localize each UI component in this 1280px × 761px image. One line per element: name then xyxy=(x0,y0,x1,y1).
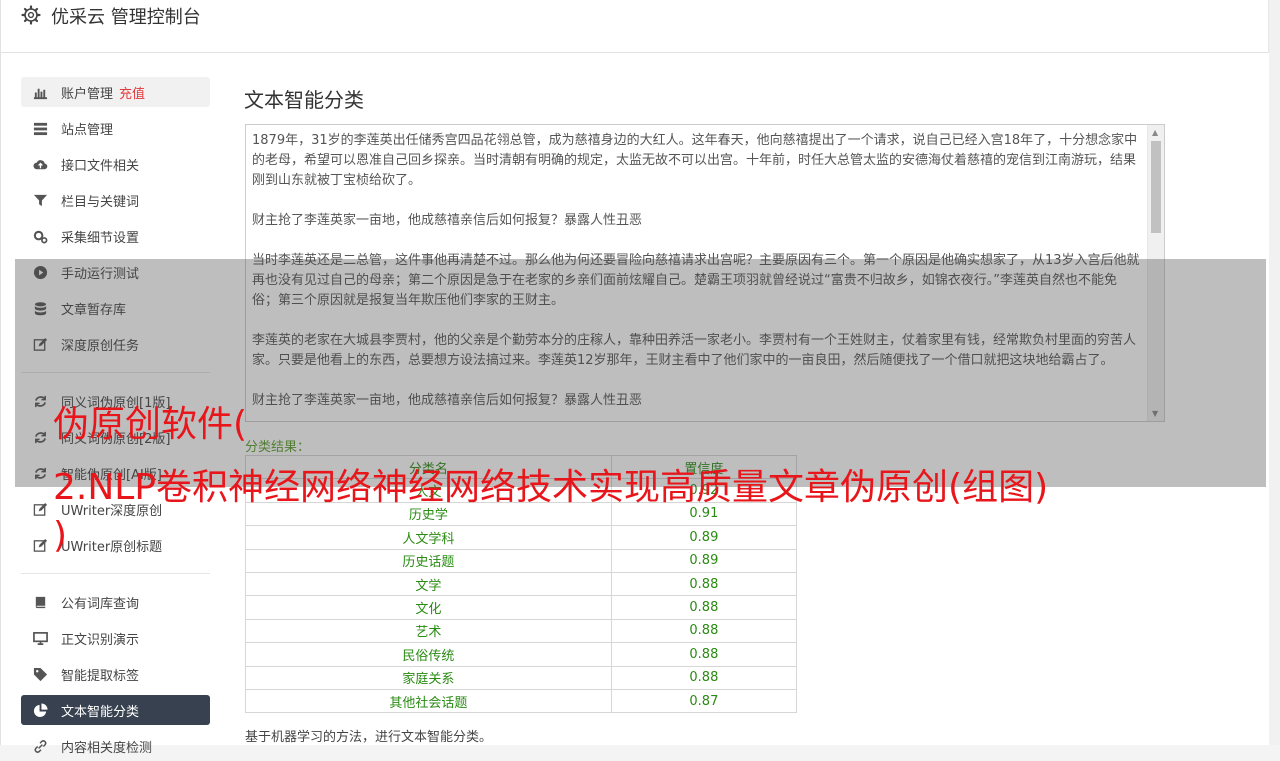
sidebar-item-label: UWriter原创标题 xyxy=(61,540,163,555)
table-row: 艺术 0.88 xyxy=(245,618,798,644)
category-cell: 人文学科 xyxy=(245,525,612,550)
server-icon xyxy=(33,122,48,136)
book-icon xyxy=(35,596,46,609)
description-text: 基于机器学习的方法，进行文本智能分类。 xyxy=(245,730,493,745)
paragraph: 1879年，31岁的李莲英出任储秀宫四品花翎总管，成为慈禧身边的大红人。这年春天… xyxy=(252,133,1138,188)
category-cell: 民俗传统 xyxy=(245,642,612,667)
confidence-cell: 0.89 xyxy=(610,525,798,550)
category-cell: 文化 xyxy=(245,595,612,620)
sidebar-item-extract-tags[interactable]: 智能提取标签 xyxy=(21,659,210,689)
page-title: 文本智能分类 xyxy=(244,88,364,112)
cogs-icon xyxy=(33,230,48,244)
sidebar-item-label: 站点管理 xyxy=(61,123,114,138)
sidebar-item-collect-settings[interactable]: 采集细节设置 xyxy=(21,221,210,251)
sidebar-item-label: 内容相关度检测 xyxy=(61,741,153,756)
confidence-cell: 0.88 xyxy=(610,618,798,644)
confidence-cell: 0.87 xyxy=(610,688,798,714)
top-bar: 优采云 管理控制台 xyxy=(0,0,1269,53)
category-cell: 历史话题 xyxy=(245,548,612,573)
bar-chart-icon xyxy=(33,88,48,100)
tag-icon xyxy=(33,667,48,682)
sidebar-divider xyxy=(21,573,210,574)
sidebar-item-body-recognition[interactable]: 正文识别演示 xyxy=(21,623,210,653)
sidebar-item-label: 公有词库查询 xyxy=(61,597,140,612)
pie-chart-icon xyxy=(33,703,48,718)
sidebar-item-label: 接口文件相关 xyxy=(61,159,140,174)
confidence-cell: 0.89 xyxy=(610,548,798,573)
confidence-cell: 0.88 xyxy=(610,595,798,620)
sidebar-item-uwriter-title[interactable]: UWriter原创标题 xyxy=(21,530,210,560)
category-cell: 家庭关系 xyxy=(245,665,612,690)
scroll-up-icon[interactable]: ▲ xyxy=(1152,128,1158,137)
table-row: 民俗传统 0.88 xyxy=(245,642,798,667)
category-cell: 其他社会话题 xyxy=(245,688,612,714)
gear-icon xyxy=(21,5,41,25)
table-row: 历史话题 0.89 xyxy=(245,548,798,573)
link-icon xyxy=(34,740,47,753)
sidebar-item-label: 正文识别演示 xyxy=(61,633,140,648)
recharge-link[interactable]: 充值 xyxy=(119,87,145,102)
filter-icon xyxy=(33,194,48,207)
sidebar-item-label: 栏目与关键词 xyxy=(61,195,140,210)
overlay-title-line1: 伪原创软件( xyxy=(53,404,248,445)
table-row: 文化 0.88 xyxy=(245,595,798,620)
table-row: 文学 0.88 xyxy=(245,571,798,597)
monitor-icon xyxy=(33,632,48,645)
app-title: 优采云 管理控制台 xyxy=(51,7,201,28)
sidebar-item-interface[interactable]: 接口文件相关 xyxy=(21,149,210,179)
sidebar-item-label: 文本智能分类 xyxy=(61,705,140,720)
sidebar-item-keywords[interactable]: 栏目与关键词 xyxy=(21,185,210,215)
sidebar-item-label: 账户管理 xyxy=(61,87,114,102)
category-cell: 文学 xyxy=(245,571,612,597)
confidence-cell: 0.88 xyxy=(610,642,798,667)
scrollbar-thumb[interactable] xyxy=(1151,141,1161,233)
sidebar-item-sites[interactable]: 站点管理 xyxy=(21,113,210,143)
sidebar-item-account[interactable]: 账户管理 充值 xyxy=(21,77,210,107)
confidence-cell: 0.88 xyxy=(610,665,798,690)
overlay-title-line3: ) xyxy=(53,515,68,556)
table-row: 其他社会话题 0.87 xyxy=(245,688,798,714)
category-cell: 艺术 xyxy=(245,618,612,644)
table-row: 家庭关系 0.88 xyxy=(245,665,798,690)
sidebar-item-text-classify[interactable]: 文本智能分类 xyxy=(21,695,210,725)
overlay-title-line2: 2.NLP卷积神经网络神经网络技术实现高质量文章伪原创(组图) xyxy=(53,467,1049,508)
watermark-overlay xyxy=(15,259,1266,487)
sidebar-item-public-dict[interactable]: 公有词库查询 xyxy=(21,587,210,617)
page-scrollbar[interactable] xyxy=(1268,0,1280,745)
paragraph: 财主抢了李莲英家一亩地，他成慈禧亲信后如何报复？暴露人性丑恶 xyxy=(252,213,643,228)
sidebar-item-label: 智能提取标签 xyxy=(61,669,140,684)
confidence-cell: 0.88 xyxy=(610,571,798,597)
edit-icon xyxy=(33,538,48,552)
sidebar-item-label: 采集细节设置 xyxy=(61,231,140,246)
cloud-upload-icon xyxy=(33,160,48,170)
edit-icon xyxy=(33,502,48,516)
sidebar-item-relevance[interactable]: 内容相关度检测 xyxy=(21,731,210,761)
table-row: 人文学科 0.89 xyxy=(245,525,798,550)
